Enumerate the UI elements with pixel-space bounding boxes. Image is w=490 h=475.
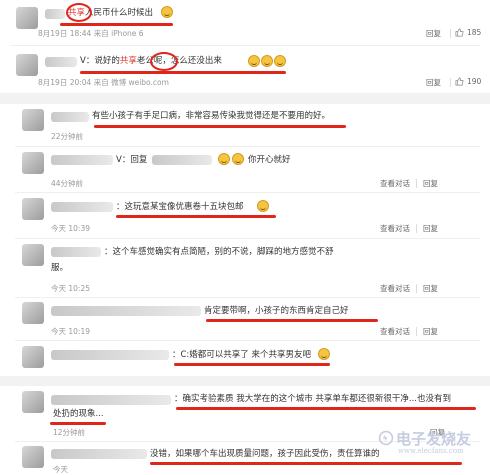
comment-text: 没错，如果哪个车出现质量问题，孩子因此受伤，责任算谁的 xyxy=(150,449,380,459)
red-underline xyxy=(60,23,173,26)
watermark-logo-icon xyxy=(378,430,394,446)
comment-text: 你开心就好 xyxy=(248,155,291,165)
panel-gap xyxy=(0,93,490,104)
avatar[interactable] xyxy=(22,346,44,368)
comment-text: ：这玩意某宝像优惠卷十五块包邮 xyxy=(116,202,244,212)
username-blurred[interactable] xyxy=(45,9,65,19)
divider xyxy=(450,29,451,38)
comment-text: ：C:婚都可以共享了 来个共享男友吧 xyxy=(172,350,312,360)
comment-time: 8月19日 20:04 来自 微博 weibo.com xyxy=(38,78,169,87)
divider xyxy=(416,224,417,233)
username-blurred[interactable] xyxy=(51,306,201,316)
username-blurred[interactable] xyxy=(51,449,147,459)
reply-button[interactable]: 回复 xyxy=(426,28,441,39)
avatar[interactable] xyxy=(22,446,44,468)
grin-emoji-icon xyxy=(257,200,269,212)
comment-time: 今天 10:19 xyxy=(51,327,90,336)
red-underline xyxy=(174,363,330,366)
username-blurred[interactable] xyxy=(51,395,171,405)
comment-panel-2: 有些小孩子有手足口病，非常容易传染我觉得还是不要用的好。 22分钟前 V：回复 … xyxy=(0,104,490,376)
mention-blurred[interactable] xyxy=(152,155,212,165)
avatar[interactable] xyxy=(22,198,44,220)
reply-button[interactable]: 回复 xyxy=(426,77,441,88)
highlight-circle xyxy=(66,3,92,22)
divider-line xyxy=(10,45,480,46)
comment-text: 肯定要带啊，小孩子的东西肯定自己好 xyxy=(204,306,349,316)
divider xyxy=(416,179,417,188)
reply-button[interactable]: 回复 xyxy=(423,178,438,189)
avatar[interactable] xyxy=(16,54,38,76)
comment-text: ：确实考验素质 我大学在的这个城市 共享单车都还很新很干净...也没有到 xyxy=(174,394,452,404)
divider-line xyxy=(15,146,480,147)
view-conversation-link[interactable]: 查看对话 xyxy=(380,326,410,337)
view-conversation-link[interactable]: 查看对话 xyxy=(380,178,410,189)
grin-emoji-icon xyxy=(274,55,286,67)
divider-line xyxy=(15,238,480,239)
comment-panel-1: 共享人民币什么时候出 8月19日 18:44 来自 iPhone 6 回复 18… xyxy=(0,0,490,93)
like-count: 190 xyxy=(467,77,482,86)
view-conversation-link[interactable]: 查看对话 xyxy=(380,223,410,234)
grin-emoji-icon xyxy=(318,348,330,360)
comment-time: 12分钟前 xyxy=(53,428,86,437)
username-blurred[interactable] xyxy=(51,247,101,257)
grin-emoji-icon xyxy=(161,6,173,18)
highlight-circle xyxy=(150,52,178,71)
comment-time: 22分钟前 xyxy=(51,132,84,141)
username-blurred[interactable] xyxy=(51,350,169,360)
divider-line xyxy=(15,192,480,193)
red-underline xyxy=(94,125,346,128)
comment-panel-3: ：确实考验素质 我大学在的这个城市 共享单车都还很新很干净...也没有到 处扔的… xyxy=(0,386,490,474)
comment-time: 44分钟前 xyxy=(51,179,84,188)
comment-text-continued: 处扔的现象... xyxy=(53,409,104,419)
username-blurred[interactable] xyxy=(51,202,113,212)
comment-time: 今天 xyxy=(53,465,68,474)
red-underline xyxy=(150,462,462,465)
comment-time: 今天 10:25 xyxy=(51,284,90,293)
red-underline xyxy=(176,407,476,410)
avatar[interactable] xyxy=(22,391,44,413)
comment-text-prefix: V：回复 xyxy=(116,155,148,165)
divider-line xyxy=(15,340,480,341)
avatar[interactable] xyxy=(22,302,44,324)
grin-emoji-icon xyxy=(218,153,230,165)
avatar[interactable] xyxy=(22,109,44,131)
thumb-up-icon[interactable] xyxy=(455,28,464,37)
divider xyxy=(416,284,417,293)
comment-text: ：这个车感觉确实有点简陋，别的不说，脚踩的地方感觉不舒 xyxy=(104,247,334,257)
comment-time: 今天 10:39 xyxy=(51,224,90,233)
username-blurred[interactable] xyxy=(51,112,89,122)
thumb-up-icon[interactable] xyxy=(455,77,464,86)
red-underline xyxy=(50,422,106,425)
panel-gap xyxy=(0,376,490,386)
avatar[interactable] xyxy=(22,244,44,266)
divider xyxy=(416,327,417,336)
avatar[interactable] xyxy=(16,7,38,29)
view-conversation-link[interactable]: 查看对话 xyxy=(380,283,410,294)
divider-line xyxy=(15,297,480,298)
watermark-text: 电子发烧友 xyxy=(396,430,472,448)
grin-emoji-icon xyxy=(261,55,273,67)
comment-text-continued: 服。 xyxy=(51,263,69,273)
reply-button[interactable]: 回复 xyxy=(423,326,438,337)
avatar[interactable] xyxy=(22,152,44,174)
like-count: 185 xyxy=(467,28,482,37)
red-underline xyxy=(116,215,276,218)
grin-emoji-icon xyxy=(232,153,244,165)
comment-text: 有些小孩子有手足口病，非常容易传染我觉得还是不要用的好。 xyxy=(92,111,331,121)
grin-emoji-icon xyxy=(248,55,260,67)
divider xyxy=(450,78,451,87)
watermark-url: www.elecfans.com xyxy=(398,447,464,455)
username-blurred[interactable] xyxy=(51,155,113,165)
comment-time: 8月19日 18:44 来自 iPhone 6 xyxy=(38,29,144,38)
red-underline xyxy=(80,71,286,74)
red-underline xyxy=(206,319,378,322)
username-blurred[interactable] xyxy=(45,57,77,67)
reply-button[interactable]: 回复 xyxy=(423,223,438,234)
reply-button[interactable]: 回复 xyxy=(423,283,438,294)
